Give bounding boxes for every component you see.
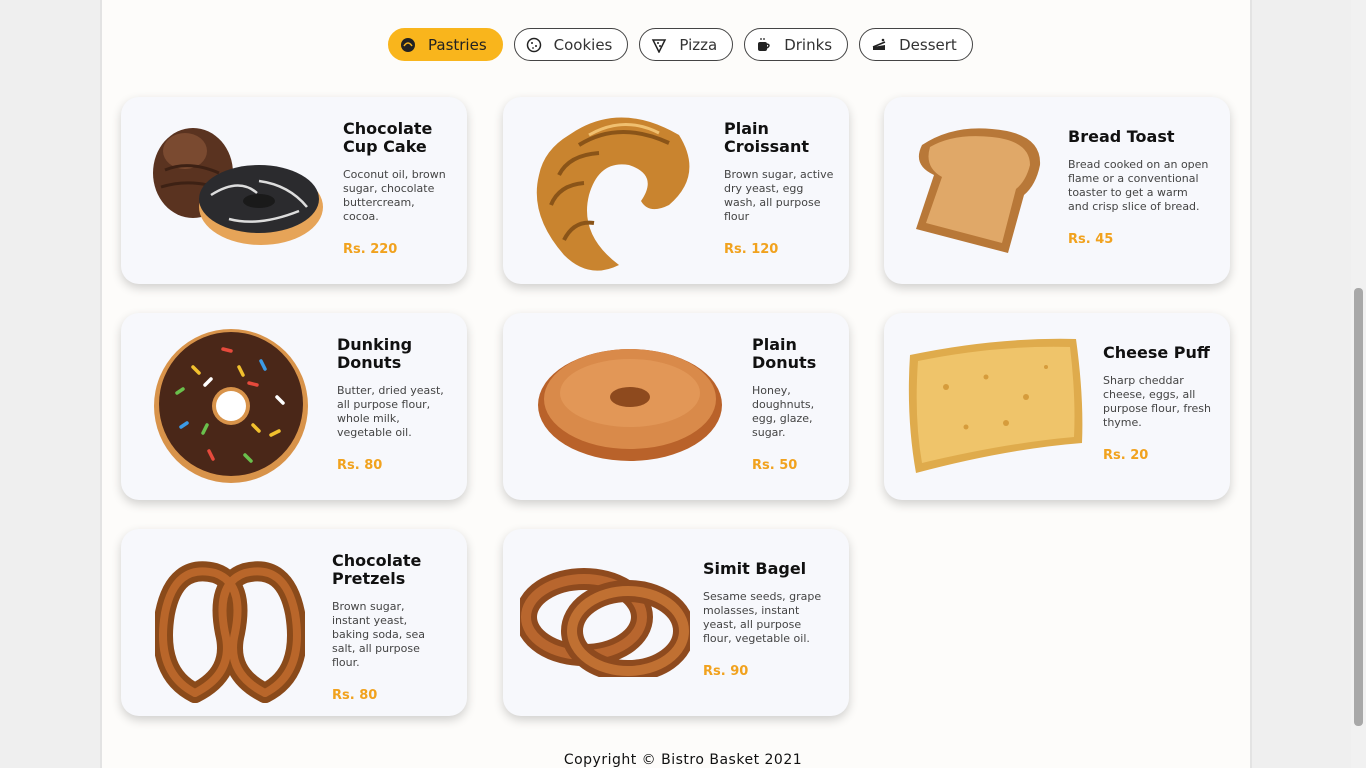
card-info: Chocolate Pretzels Brown sugar, instant … xyxy=(332,551,442,704)
menu-card[interactable]: Bread Toast Bread cooked on an open flam… xyxy=(884,97,1230,284)
item-price: Rs. 120 xyxy=(724,242,779,257)
simit-bagel-image xyxy=(520,568,690,677)
cupcake-donut-image xyxy=(153,128,323,245)
item-price: Rs. 20 xyxy=(1103,448,1149,463)
footer-copyright: Copyright © Bistro Basket 2021 xyxy=(563,752,803,768)
toast-image xyxy=(916,128,1041,253)
tab-label: Dessert xyxy=(899,35,957,54)
glazed-donut-image xyxy=(538,349,722,461)
card-info: Simit Bagel Sesame seeds, grape molasses… xyxy=(703,559,833,680)
card-info: Cheese Puff Sharp cheddar cheese, eggs, … xyxy=(1103,343,1211,464)
tab-pizza[interactable]: Pizza xyxy=(639,28,734,61)
item-name: Dunking Donuts xyxy=(337,335,413,372)
item-price: Rs. 90 xyxy=(703,664,749,679)
item-price: Rs. 45 xyxy=(1068,232,1114,247)
tab-label: Pastries xyxy=(428,35,487,54)
card-info: Chocolate Cup Cake Coconut oil, brown su… xyxy=(343,119,453,258)
scrollbar-thumb[interactable] xyxy=(1354,288,1363,726)
card-info: Plain Croissant Brown sugar, active dry … xyxy=(724,119,834,258)
sprinkle-donut-image xyxy=(154,329,308,483)
pretzel-image xyxy=(155,561,305,703)
menu-card[interactable]: Plain Donuts Honey, doughnuts, egg, glaz… xyxy=(503,313,849,500)
item-description: Bread cooked on an open flame or a conve… xyxy=(1068,158,1209,213)
menu-card[interactable]: Plain Croissant Brown sugar, active dry … xyxy=(503,97,849,284)
item-name: Bread Toast xyxy=(1068,127,1175,146)
tab-label: Drinks xyxy=(784,35,833,54)
item-price: Rs. 220 xyxy=(343,242,398,257)
item-price: Rs. 80 xyxy=(337,458,383,473)
card-info: Bread Toast Bread cooked on an open flam… xyxy=(1068,127,1210,248)
item-description: Sharp cheddar cheese, eggs, all purpose … xyxy=(1103,374,1211,429)
croissant-icon xyxy=(400,37,416,53)
cake-icon xyxy=(871,37,887,53)
item-name: Chocolate Cup Cake xyxy=(343,119,433,156)
item-description: Honey, doughnuts, egg, glaze, sugar. xyxy=(752,384,815,439)
tab-drinks[interactable]: Drinks xyxy=(744,28,849,61)
item-description: Brown sugar, instant yeast, baking soda,… xyxy=(332,600,426,669)
item-price: Rs. 50 xyxy=(752,458,798,473)
menu-card[interactable]: Chocolate Cup Cake Coconut oil, brown su… xyxy=(121,97,467,284)
item-description: Coconut oil, brown sugar, chocolate butt… xyxy=(343,168,446,223)
cheese-puff-image xyxy=(908,338,1083,473)
item-name: Cheese Puff xyxy=(1103,343,1210,362)
tab-dessert[interactable]: Dessert xyxy=(859,28,973,61)
card-info: Plain Donuts Honey, doughnuts, egg, glaz… xyxy=(752,335,832,474)
item-name: Plain Donuts xyxy=(752,335,817,372)
menu-card[interactable]: Dunking Donuts Butter, dried yeast, all … xyxy=(121,313,467,500)
pizza-slice-icon xyxy=(651,37,667,53)
category-tabs: Pastries Cookies Pizza Drinks Dessert xyxy=(388,28,973,61)
item-name: Plain Croissant xyxy=(724,119,809,156)
tab-cookies[interactable]: Cookies xyxy=(513,28,629,61)
tab-label: Pizza xyxy=(679,35,718,54)
menu-card[interactable]: Cheese Puff Sharp cheddar cheese, eggs, … xyxy=(884,313,1230,500)
item-description: Sesame seeds, grape molasses, instant ye… xyxy=(703,590,822,645)
cookie-icon xyxy=(526,37,542,53)
tab-pastries[interactable]: Pastries xyxy=(388,28,503,61)
coffee-cup-icon xyxy=(756,37,772,53)
vertical-scrollbar[interactable] xyxy=(1351,0,1366,768)
card-info: Dunking Donuts Butter, dried yeast, all … xyxy=(337,335,447,474)
item-name: Chocolate Pretzels xyxy=(332,551,422,588)
croissant-image xyxy=(536,117,690,271)
item-price: Rs. 80 xyxy=(332,688,378,703)
item-name: Simit Bagel xyxy=(703,559,807,578)
item-description: Brown sugar, active dry yeast, egg wash,… xyxy=(724,168,834,223)
item-description: Butter, dried yeast, all purpose flour, … xyxy=(337,384,444,439)
menu-card[interactable]: Chocolate Pretzels Brown sugar, instant … xyxy=(121,529,467,716)
menu-card[interactable]: Simit Bagel Sesame seeds, grape molasses… xyxy=(503,529,849,716)
tab-label: Cookies xyxy=(553,35,613,54)
